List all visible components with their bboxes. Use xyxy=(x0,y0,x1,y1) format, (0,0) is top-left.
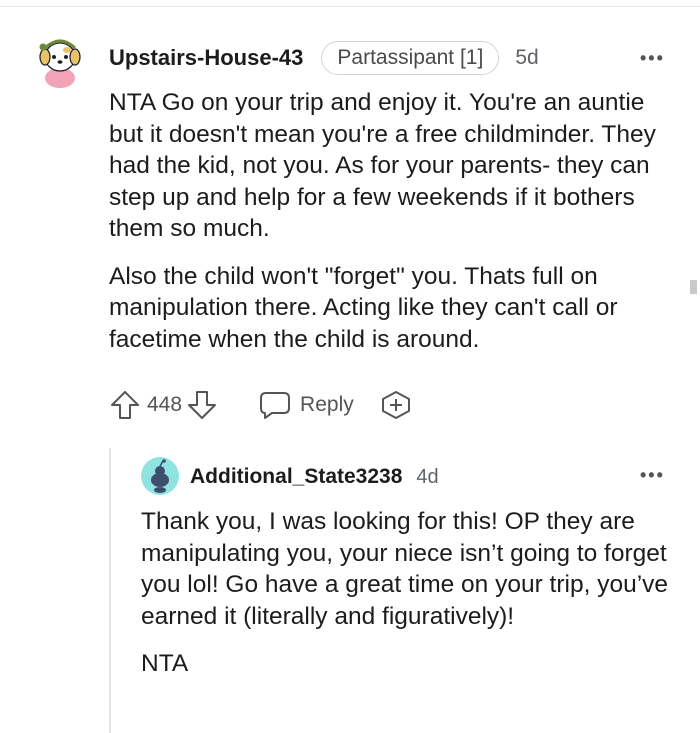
vote-count: 448 xyxy=(147,393,183,416)
reply-timestamp: 4d xyxy=(416,465,439,488)
downvote-icon[interactable] xyxy=(186,389,218,421)
reply-username[interactable]: Additional_State3238 xyxy=(190,465,402,489)
username[interactable]: Upstairs-House-43 xyxy=(109,45,303,71)
upvote-icon[interactable] xyxy=(109,389,141,421)
avatar[interactable] xyxy=(34,30,84,88)
reply-paragraph: Thank you, I was looking for this! OP th… xyxy=(141,508,669,630)
comment-paragraph: Also the child won't "forget" you. Thats… xyxy=(109,262,618,353)
reply-header: Additional_State3238 4d xyxy=(190,462,439,492)
award-icon[interactable] xyxy=(380,389,412,421)
reply-paragraph: NTA xyxy=(141,650,189,677)
top-divider xyxy=(0,6,700,7)
comment-body: NTA Go on your trip and enjoy it. You're… xyxy=(109,87,684,355)
more-options-icon[interactable]: ••• xyxy=(640,48,665,69)
thread-line[interactable] xyxy=(109,448,111,733)
more-options-icon[interactable]: ••• xyxy=(640,465,665,486)
timestamp: 5d xyxy=(515,46,539,69)
comment-actions: 448 Reply xyxy=(109,388,412,422)
comment-paragraph: NTA Go on your trip and enjoy it. You're… xyxy=(109,89,656,242)
user-flair: Partassipant [1] xyxy=(321,41,500,75)
reply-label: Reply xyxy=(300,393,354,416)
reply-icon xyxy=(258,390,292,420)
comment-header: Upstairs-House-43 Partassipant [1] 5d xyxy=(109,41,539,75)
reply-avatar[interactable] xyxy=(141,457,179,495)
reply-button[interactable]: Reply xyxy=(258,390,354,420)
reply-body: Thank you, I was looking for this! OP th… xyxy=(141,506,686,680)
scrollbar-thumb[interactable] xyxy=(690,280,697,294)
